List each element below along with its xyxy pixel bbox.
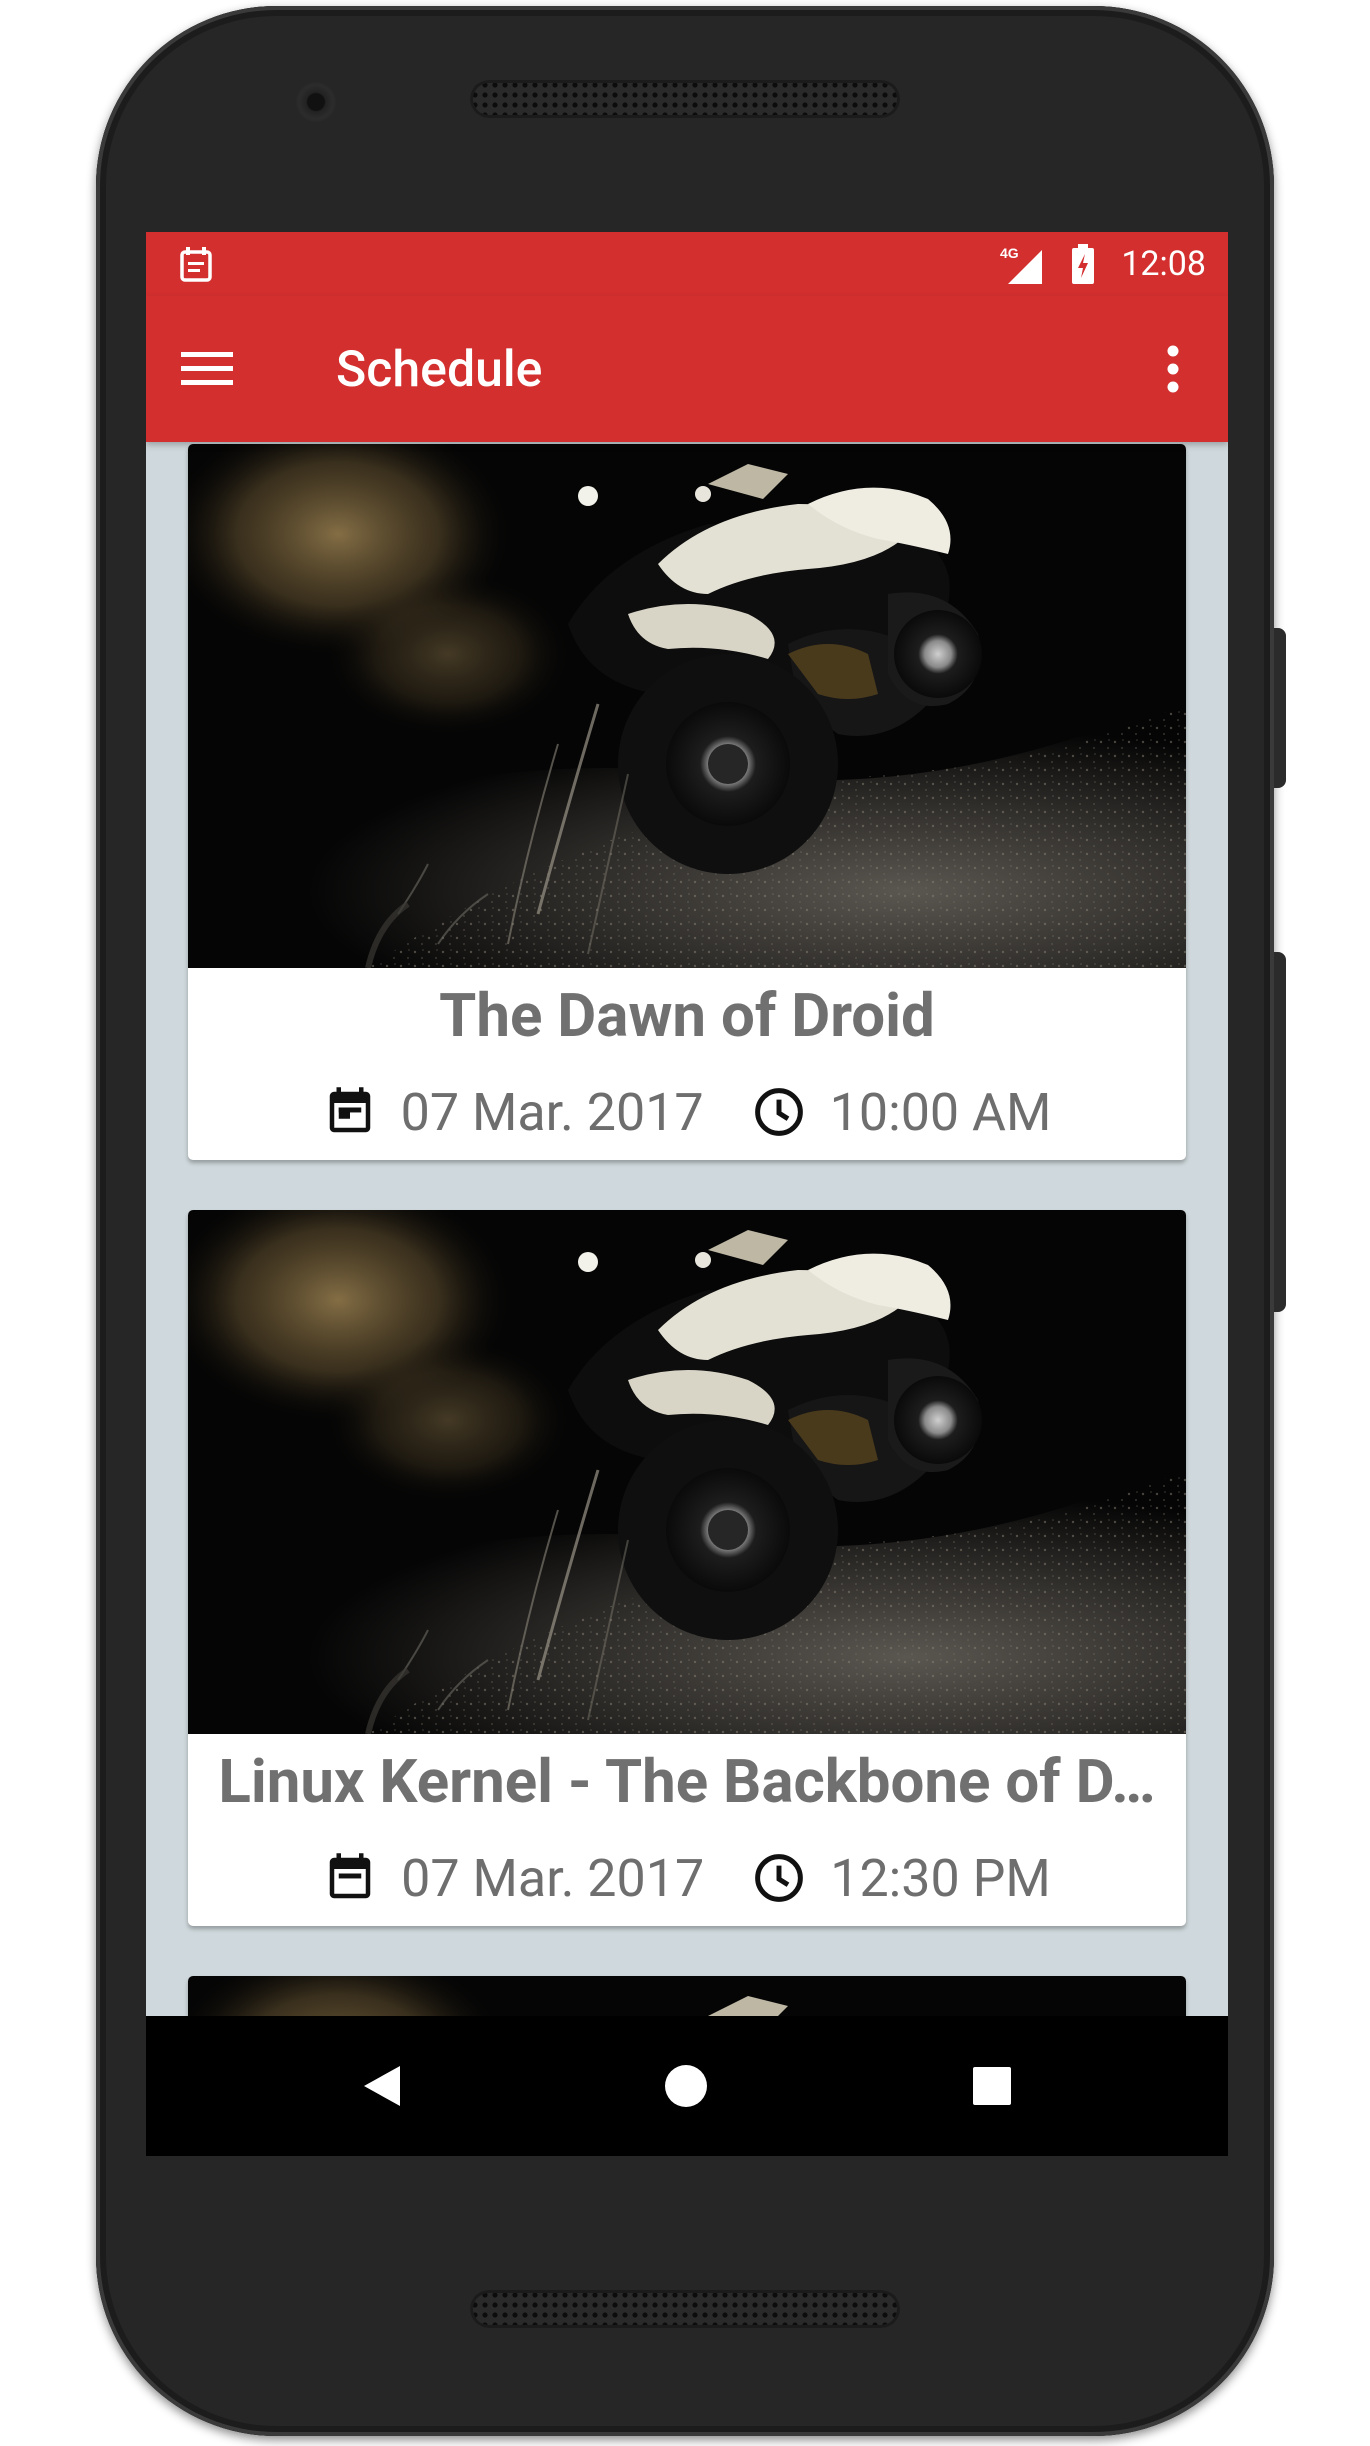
volume-rocker[interactable] (1274, 952, 1286, 1312)
calendar-icon (329, 1087, 370, 1133)
session-time: 10:00 AM (829, 1081, 1052, 1143)
back-icon (364, 2066, 400, 2106)
calendar-icon (329, 1853, 371, 1899)
hamburger-menu-icon (181, 352, 233, 385)
phone-screen: 4G 12:08 Schedule The Dawn of Droid 07 M… (146, 232, 1228, 2156)
session-time: 12:30 PM (830, 1847, 1051, 1909)
session-title: Linux Kernel - The Backbone of D… (218, 1746, 1156, 1817)
navigation-drawer-button[interactable] (172, 334, 242, 404)
home-button[interactable] (646, 2046, 726, 2126)
session-image (188, 444, 1186, 968)
session-card[interactable]: Linux Kernel - The Backbone of D… 07 Mar… (188, 1210, 1186, 1926)
page-title: Schedule (336, 341, 543, 399)
signal-4g-icon: 4G (1000, 245, 1042, 284)
session-card[interactable] (188, 1976, 1186, 2016)
status-bar: 4G 12:08 (146, 232, 1228, 296)
battery-charging-icon (1072, 244, 1094, 284)
earpiece-speaker (470, 80, 900, 118)
session-date: 07 Mar. 2017 (400, 1081, 704, 1143)
session-image (188, 1976, 1186, 2016)
home-icon (665, 2065, 707, 2107)
clock-icon (755, 1854, 804, 1902)
calendar-notification-icon (180, 247, 212, 282)
toolbar: Schedule (146, 296, 1228, 442)
bottom-speaker (470, 2290, 900, 2328)
session-date: 07 Mar. 2017 (401, 1847, 705, 1909)
system-navigation-bar (146, 2016, 1228, 2156)
back-button[interactable] (342, 2046, 422, 2126)
network-type-label: 4G (1000, 245, 1019, 261)
session-meta: 07 Mar. 2017 10:00 AM (188, 1064, 1186, 1160)
front-camera (296, 82, 336, 122)
status-time: 12:08 (1121, 244, 1206, 284)
overflow-menu-button[interactable] (1138, 334, 1208, 404)
recents-icon (973, 2067, 1011, 2105)
recents-button[interactable] (952, 2046, 1032, 2126)
session-image (188, 1210, 1186, 1734)
schedule-list[interactable]: The Dawn of Droid 07 Mar. 2017 10:00 AM … (146, 442, 1228, 2016)
session-title: The Dawn of Droid (439, 980, 935, 1051)
session-card[interactable]: The Dawn of Droid 07 Mar. 2017 10:00 AM (188, 444, 1186, 1160)
more-vert-icon (1167, 345, 1179, 393)
session-meta: 07 Mar. 2017 12:30 PM (188, 1830, 1186, 1926)
clock-icon (754, 1088, 803, 1136)
power-button[interactable] (1274, 628, 1286, 788)
